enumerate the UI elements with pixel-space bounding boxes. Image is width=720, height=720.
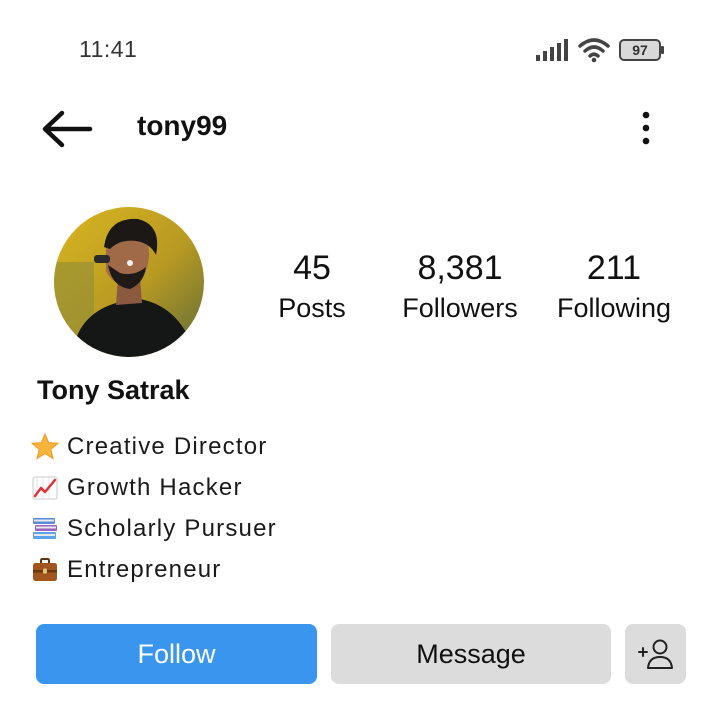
following-count: 211 <box>586 249 642 287</box>
followers-count: 8,381 <box>417 249 503 287</box>
star-emoji-icon <box>31 432 59 460</box>
battery-level: 97 <box>632 42 648 58</box>
page-title-username: tony99 <box>137 110 228 141</box>
display-name: Tony Satrak <box>37 375 190 405</box>
more-options-button[interactable] <box>630 108 662 150</box>
bio-text: Growth Hacker <box>67 473 243 501</box>
stat-followers[interactable]: 8,381 Followers <box>388 248 532 328</box>
avatar[interactable] <box>54 207 204 357</box>
bio-line: Growth Hacker <box>31 467 431 508</box>
more-vertical-icon <box>642 111 650 145</box>
wifi-icon <box>578 38 610 63</box>
follow-button[interactable]: Follow <box>36 624 317 684</box>
chart-increasing-emoji-icon <box>32 476 58 499</box>
bio-text: Scholarly Pursuer <box>67 514 277 542</box>
add-user-icon <box>637 639 673 669</box>
briefcase-emoji-icon <box>33 557 57 581</box>
bio: Creative Director Growth Hacker Scholarl… <box>31 426 431 590</box>
stat-posts[interactable]: 45 Posts <box>262 248 362 328</box>
bio-line: Entrepreneur <box>31 549 431 590</box>
back-button[interactable] <box>38 108 96 150</box>
stat-following[interactable]: 211 Following <box>548 248 680 328</box>
status-time: 11:41 <box>79 36 138 62</box>
message-button[interactable]: Message <box>331 624 611 684</box>
following-label: Following <box>556 293 672 323</box>
followers-label: Followers <box>402 293 518 323</box>
bio-text: Entrepreneur <box>67 555 222 583</box>
books-emoji-icon <box>33 517 57 539</box>
arrow-left-icon <box>42 110 93 148</box>
status-icons: 97 <box>535 36 670 64</box>
add-user-button[interactable] <box>625 624 686 684</box>
posts-count: 45 <box>293 249 331 287</box>
bio-line: Creative Director <box>31 426 431 467</box>
bio-line: Scholarly Pursuer <box>31 508 431 549</box>
signal-icon <box>536 39 568 61</box>
posts-label: Posts <box>278 293 346 323</box>
profile-photo <box>54 207 204 357</box>
bio-text: Creative Director <box>67 432 268 460</box>
